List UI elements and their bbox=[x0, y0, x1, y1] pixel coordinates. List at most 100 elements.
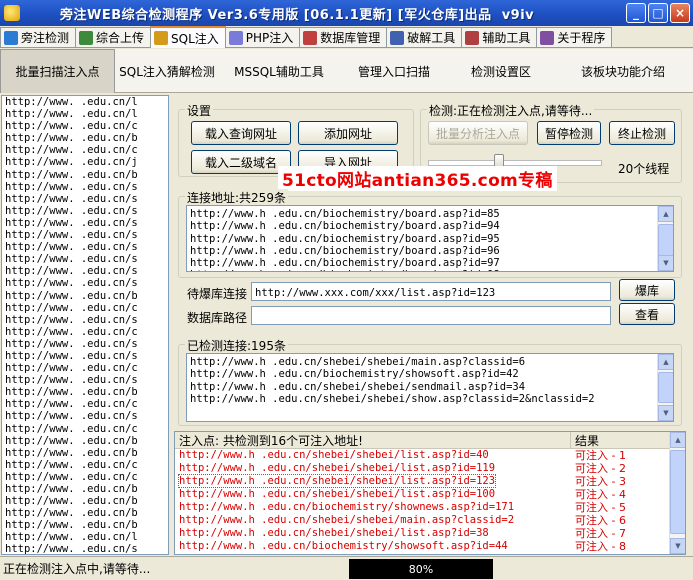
load-subdomain-button[interactable]: 载入二级域名 bbox=[191, 150, 291, 174]
list-item[interactable]: http://www. .edu.cn/s bbox=[2, 265, 168, 277]
list-item[interactable]: http://www. .edu.cn/b bbox=[2, 386, 168, 398]
list-item[interactable]: http://www. .edu.cn/s bbox=[2, 314, 168, 326]
table-row[interactable]: http://www.h .edu.cn/shebei/shebei/main.… bbox=[175, 514, 685, 527]
list-item[interactable]: http://www. .edu.cn/b bbox=[2, 169, 168, 181]
list-item[interactable]: http://www.h .edu.cn/shebei/shebei/sendm… bbox=[190, 381, 673, 393]
scroll-down-icon[interactable]: ▼ bbox=[670, 538, 685, 554]
list-item[interactable]: http://www. .edu.cn/s bbox=[2, 410, 168, 422]
list-item[interactable]: http://www. .edu.cn/s bbox=[2, 253, 168, 265]
list-item[interactable]: http://www. .edu.cn/s bbox=[2, 181, 168, 193]
scroll-up-icon[interactable]: ▲ bbox=[658, 206, 673, 222]
scroll-down-icon[interactable]: ▼ bbox=[658, 255, 673, 271]
list-item[interactable]: http://www. .edu.cn/s bbox=[2, 338, 168, 350]
list-item[interactable]: http://www.h .edu.cn/biochemistry/board.… bbox=[190, 233, 673, 245]
list-item[interactable]: http://www. .edu.cn/s bbox=[2, 205, 168, 217]
scroll-thumb[interactable] bbox=[658, 372, 673, 403]
table-row[interactable]: http://www.h .edu.cn/shebei/shebei/list.… bbox=[175, 474, 685, 488]
tab-1[interactable]: 综合上传 bbox=[75, 27, 152, 47]
pause-detect-button[interactable]: 暂停检测 bbox=[537, 121, 601, 145]
list-item[interactable]: http://www. .edu.cn/c bbox=[2, 120, 168, 132]
column-header-result[interactable]: 结果 bbox=[571, 432, 599, 448]
list-item[interactable]: http://www. .edu.cn/s bbox=[2, 229, 168, 241]
list-item[interactable]: http://www. .edu.cn/c bbox=[2, 302, 168, 314]
table-row[interactable]: http://www.h .edu.cn/shebei/shebei/list.… bbox=[175, 488, 685, 501]
list-item[interactable]: http://www. .edu.cn/s bbox=[2, 217, 168, 229]
tab-4[interactable]: 数据库管理 bbox=[299, 27, 388, 47]
table-row[interactable]: http://www.h .edu.cn/shebei/shebei/list.… bbox=[175, 449, 685, 462]
list-item[interactable]: http://www. .edu.cn/c bbox=[2, 423, 168, 435]
minimize-button[interactable]: _ bbox=[626, 3, 646, 23]
list-item[interactable]: http://www.h .edu.cn/biochemistry/board.… bbox=[190, 257, 673, 269]
list-item[interactable]: http://www. .edu.cn/s bbox=[2, 241, 168, 253]
checked-list[interactable]: http://www.h .edu.cn/shebei/shebei/main.… bbox=[186, 353, 674, 422]
scroll-up-icon[interactable]: ▲ bbox=[658, 354, 673, 370]
list-item[interactable]: http://www. .edu.cn/l bbox=[2, 531, 168, 543]
list-item[interactable]: http://www. .edu.cn/b bbox=[2, 507, 168, 519]
list-item[interactable]: http://www. .edu.cn/b bbox=[2, 483, 168, 495]
list-item[interactable]: http://www. .edu.cn/b bbox=[2, 132, 168, 144]
tab-2[interactable]: SQL注入 bbox=[150, 26, 226, 48]
scroll-down-icon[interactable]: ▼ bbox=[658, 405, 673, 421]
column-header-point[interactable]: 注入点: 共检测到16个可注入地址! bbox=[175, 432, 571, 448]
list-item[interactable]: http://www. .edu.cn/b bbox=[2, 519, 168, 531]
list-item[interactable]: http://www. .edu.cn/b bbox=[2, 290, 168, 302]
table-row[interactable]: http://www.h .edu.cn/biochemistry/showso… bbox=[175, 540, 685, 553]
tab-3[interactable]: PHP注入 bbox=[224, 27, 301, 47]
list-item[interactable]: http://www. .edu.cn/b bbox=[2, 495, 168, 507]
list-item[interactable]: http://www. .edu.cn/s bbox=[2, 350, 168, 362]
list-item[interactable]: http://www.h .edu.cn/biochemistry/board.… bbox=[190, 208, 673, 220]
subtab-5[interactable]: 该板块功能介绍 bbox=[553, 49, 693, 93]
list-item[interactable]: http://www. .edu.cn/j bbox=[2, 156, 168, 168]
list-item[interactable]: http://www. .edu.cn/l bbox=[2, 108, 168, 120]
list-item[interactable]: http://www. .edu.cn/s bbox=[2, 193, 168, 205]
subtab-4[interactable]: 检测设置区 bbox=[449, 49, 553, 93]
batch-analyze-button[interactable]: 批量分析注入点 bbox=[428, 121, 528, 145]
close-button[interactable]: × bbox=[670, 3, 690, 23]
tab-6[interactable]: 辅助工具 bbox=[461, 27, 538, 47]
connection-scrollbar[interactable]: ▲ ▼ bbox=[657, 206, 673, 271]
dbpath-input[interactable] bbox=[251, 306, 611, 325]
list-item[interactable]: http://www.h .edu.cn/shebei/shebei/show.… bbox=[190, 393, 673, 405]
list-item[interactable]: http://www.h .edu.cn/biochemistry/board.… bbox=[190, 245, 673, 257]
scroll-thumb[interactable] bbox=[658, 224, 673, 256]
list-item[interactable]: http://www. .edu.cn/s bbox=[2, 277, 168, 289]
list-item[interactable]: http://www. .edu.cn/c bbox=[2, 471, 168, 483]
list-item[interactable]: http://www. .edu.cn/b bbox=[2, 447, 168, 459]
scroll-up-icon[interactable]: ▲ bbox=[670, 432, 685, 448]
tab-0[interactable]: 旁注检测 bbox=[0, 27, 77, 47]
subtab-2[interactable]: MSSQL辅助工具 bbox=[219, 49, 339, 93]
list-item[interactable]: http://www. .edu.cn/s bbox=[2, 374, 168, 386]
results-scrollbar[interactable]: ▲ ▼ bbox=[669, 432, 685, 554]
list-item[interactable]: http://www. .edu.cn/c bbox=[2, 459, 168, 471]
list-item[interactable]: http://www.h .edu.cn/biochemistry/board.… bbox=[190, 269, 673, 271]
list-item[interactable]: http://www. .edu.cn/c bbox=[2, 144, 168, 156]
view-button[interactable]: 查看 bbox=[619, 303, 675, 325]
list-item[interactable]: http://www. .edu.cn/s bbox=[2, 543, 168, 554]
list-item[interactable]: http://www. .edu.cn/c bbox=[2, 362, 168, 374]
scanned-url-list[interactable]: http://www. .edu.cn/l http://www. .edu.cn… bbox=[1, 95, 169, 555]
table-row[interactable]: http://www.h .edu.cn/shebei/shebei/list.… bbox=[175, 462, 685, 475]
list-item[interactable]: http://www. .edu.cn/c bbox=[2, 326, 168, 338]
tab-7[interactable]: 关于程序 bbox=[536, 27, 613, 47]
table-row[interactable]: http://www.h .edu.cn/biochemistry/showne… bbox=[175, 501, 685, 514]
subtab-0[interactable]: 批量扫描注入点 bbox=[0, 49, 115, 93]
scroll-thumb[interactable] bbox=[670, 450, 685, 534]
injection-results-table[interactable]: 注入点: 共检测到16个可注入地址! 结果 http://www.h .edu.… bbox=[174, 431, 686, 555]
maximize-button[interactable]: □ bbox=[648, 3, 668, 23]
subtab-1[interactable]: SQL注入猜解检测 bbox=[115, 49, 219, 93]
list-item[interactable]: http://www. .edu.cn/b bbox=[2, 435, 168, 447]
tab-5[interactable]: 破解工具 bbox=[386, 27, 463, 47]
add-url-button[interactable]: 添加网址 bbox=[298, 121, 398, 145]
list-item[interactable]: http://www.h .edu.cn/biochemistry/board.… bbox=[190, 220, 673, 232]
subtab-3[interactable]: 管理入口扫描 bbox=[339, 49, 449, 93]
list-item[interactable]: http://www.h .edu.cn/shebei/shebei/main.… bbox=[190, 356, 673, 368]
connection-list[interactable]: http://www.h .edu.cn/biochemistry/board.… bbox=[186, 205, 674, 272]
list-item[interactable]: http://www. .edu.cn/l bbox=[2, 96, 168, 108]
list-item[interactable]: http://www. .edu.cn/c bbox=[2, 398, 168, 410]
stop-detect-button[interactable]: 终止检测 bbox=[609, 121, 675, 145]
checked-scrollbar[interactable]: ▲ ▼ bbox=[657, 354, 673, 421]
list-item[interactable]: http://www.h .edu.cn/biochemistry/showso… bbox=[190, 368, 673, 380]
explode-db-button[interactable]: 爆库 bbox=[619, 279, 675, 301]
pending-url-input[interactable]: http://www.xxx.com/xxx/list.asp?id=123 bbox=[251, 282, 611, 301]
table-row[interactable]: http://www.h .edu.cn/shebei/shebei/list.… bbox=[175, 527, 685, 540]
